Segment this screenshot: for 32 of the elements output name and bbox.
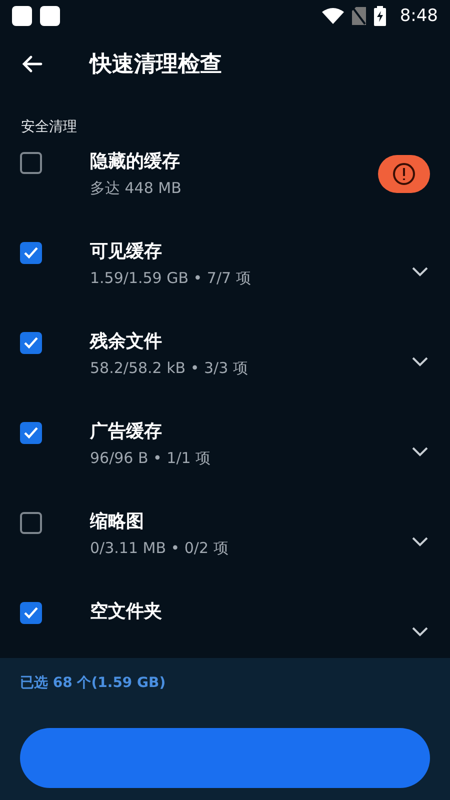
no-sim-icon [352, 7, 366, 25]
item-title: 残余文件 [90, 330, 163, 353]
item-subtitle: 58.2/58.2 kB • 3/3 项 [90, 359, 249, 378]
item-title: 可见缓存 [90, 240, 163, 263]
checkbox[interactable] [20, 602, 42, 624]
checkbox[interactable] [20, 512, 42, 534]
checkbox[interactable] [20, 332, 42, 354]
item-title: 缩略图 [90, 510, 145, 533]
item-subtitle: 0/3.11 MB • 0/2 项 [90, 539, 230, 558]
checkmark-icon [24, 607, 38, 619]
item-subtitle: 96/96 B • 1/1 项 [90, 449, 212, 468]
item-title: 隐藏的缓存 [90, 150, 181, 173]
notification-icon [40, 6, 60, 26]
item-title: 空文件夹 [90, 600, 163, 623]
item-subtitle: 多达 448 MB [90, 179, 182, 198]
selection-summary: 已选 68 个(1.59 GB) [20, 674, 167, 692]
exclamation-icon [392, 162, 416, 186]
status-time: 8:48 [400, 6, 438, 26]
item-title: 广告缓存 [90, 420, 163, 443]
checkbox[interactable] [20, 242, 42, 264]
checkmark-icon [24, 247, 38, 259]
wifi-icon [322, 8, 344, 24]
item-subtitle: 1.59/1.59 GB • 7/7 项 [90, 269, 252, 288]
notification-icon [12, 6, 32, 26]
battery-icon [374, 6, 386, 26]
checkbox[interactable] [20, 152, 42, 174]
checkmark-icon [24, 337, 38, 349]
warning-button[interactable] [378, 155, 430, 193]
section-title: 安全清理 [21, 119, 77, 135]
checkmark-icon [24, 427, 38, 439]
page-title: 快速清理检查 [90, 51, 222, 79]
checkbox[interactable] [20, 422, 42, 444]
